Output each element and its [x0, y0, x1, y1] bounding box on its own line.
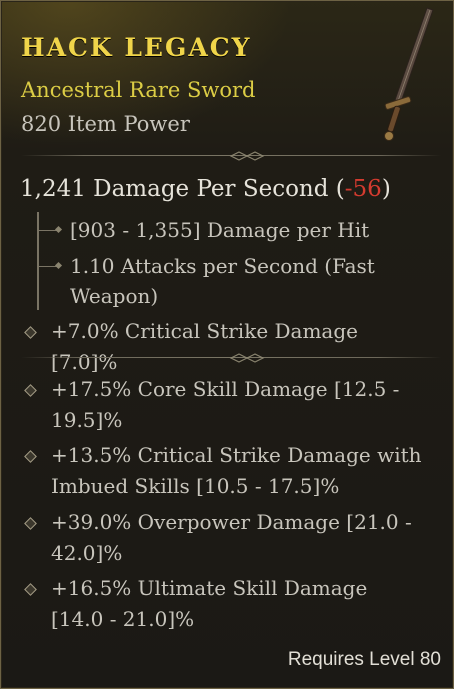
diamond-bullet-icon	[24, 326, 37, 339]
damage-per-second: 1,241 Damage Per Second (-56)	[20, 176, 391, 202]
diamond-bullet-icon	[24, 583, 37, 596]
sword-icon	[384, 7, 434, 141]
arrow-icon	[37, 266, 59, 267]
level-requirement: Requires Level 80	[287, 649, 441, 670]
dps-delta: -56	[344, 176, 382, 202]
item-name: HACK LEGACY	[21, 33, 252, 62]
section-divider	[21, 150, 441, 162]
divider-ornament-icon	[229, 151, 265, 161]
arrow-icon	[37, 230, 59, 231]
stat-tree-line	[37, 212, 39, 310]
section-divider	[21, 352, 441, 364]
diamond-bullet-icon	[24, 384, 37, 397]
item-type: Ancestral Rare Sword	[21, 78, 256, 102]
stat-damage-per-hit: [903 - 1,355] Damage per Hit	[37, 215, 401, 245]
diamond-bullet-icon	[24, 450, 37, 463]
stat-attack-speed: 1.10 Attacks per Second (Fast Weapon)	[37, 251, 401, 311]
item-power: 820 Item Power	[21, 112, 190, 136]
divider-ornament-icon	[229, 353, 265, 363]
item-tooltip: HACK LEGACY Ancestral Rare Sword 820 Ite…	[0, 0, 454, 689]
diamond-bullet-icon	[24, 517, 37, 530]
